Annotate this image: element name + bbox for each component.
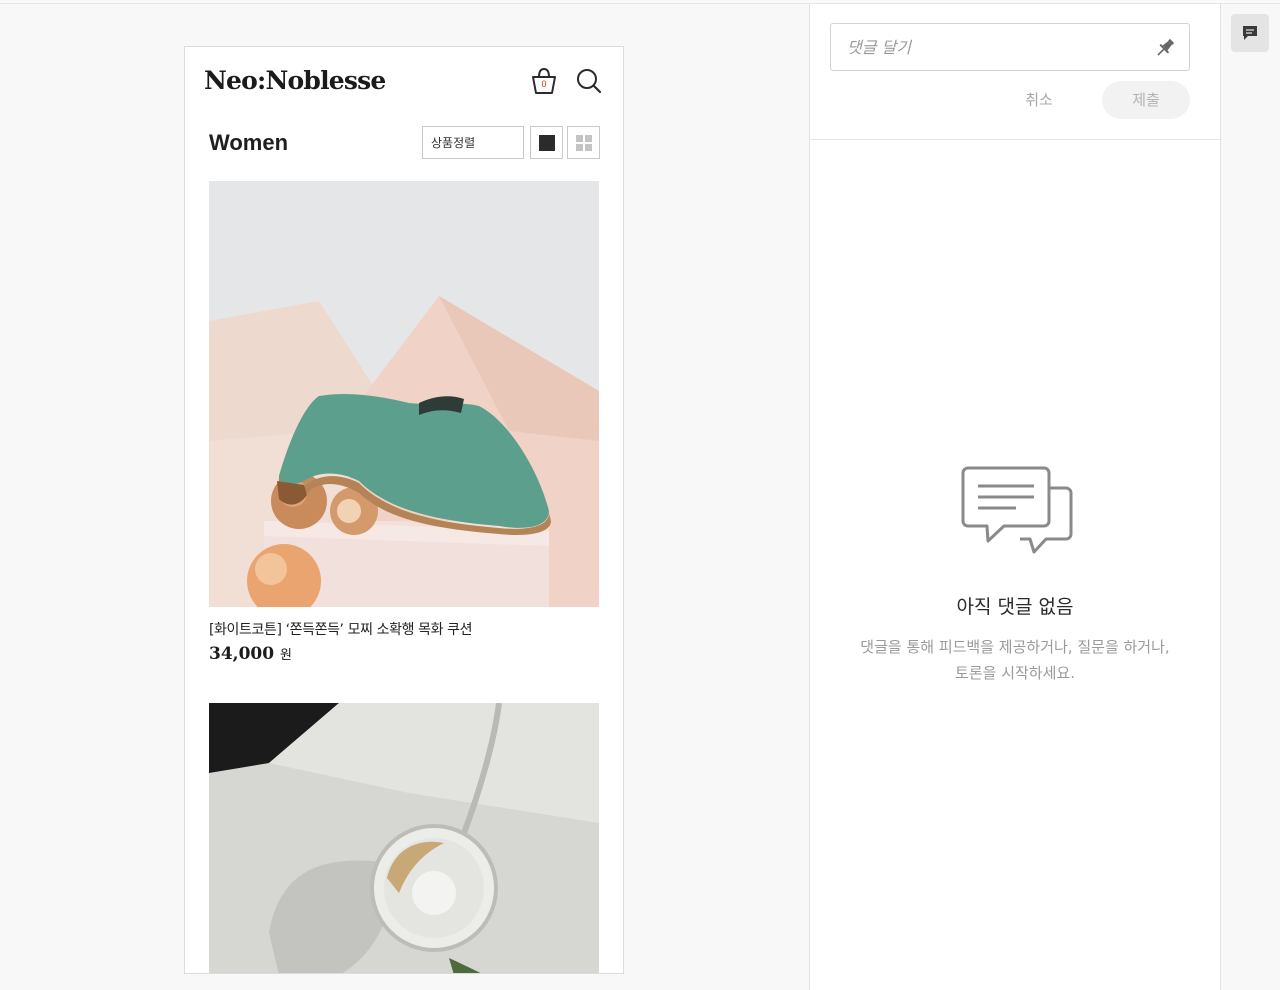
- search-button[interactable]: [575, 67, 603, 95]
- page-preview: Neo:Noblesse 0 Women 상품정렬 [화이트코튼] ‘쫀득쫀득’…: [0, 4, 809, 990]
- product-price: 34,000 원: [209, 644, 292, 664]
- search-icon: [577, 69, 602, 94]
- comments-toggle-button[interactable]: [1231, 14, 1269, 52]
- glass-product-photo: [209, 703, 599, 973]
- price-value: 34,000: [209, 644, 275, 664]
- empty-state-description: 댓글을 통해 피드백을 제공하거나, 질문을 하거나, 토론을 시작하세요.: [810, 634, 1220, 686]
- product-image[interactable]: [209, 703, 599, 973]
- cart-count-badge: 0: [541, 79, 547, 89]
- mobile-frame: Neo:Noblesse 0 Women 상품정렬 [화이트코튼] ‘쫀득쫀득’…: [184, 46, 624, 974]
- submit-button[interactable]: 제출: [1102, 81, 1190, 119]
- comment-icon: [1243, 26, 1257, 40]
- divider: [810, 139, 1220, 140]
- shoe-product-photo: [209, 181, 599, 607]
- cancel-button[interactable]: 취소: [1006, 81, 1072, 119]
- comment-input-box[interactable]: [830, 23, 1190, 71]
- right-rail: [1221, 4, 1280, 990]
- pin-icon: [1157, 39, 1174, 56]
- price-currency: 원: [279, 648, 292, 663]
- category-title: Women: [209, 130, 289, 155]
- comment-input[interactable]: [831, 24, 1131, 70]
- chat-bubbles-icon: [961, 466, 1073, 554]
- empty-desc-line: 댓글을 통해 피드백을 제공하거나, 질문을 하거나,: [860, 638, 1170, 656]
- cart-button[interactable]: 0: [531, 67, 557, 95]
- empty-state-title: 아직 댓글 없음: [956, 596, 1074, 618]
- sort-select[interactable]: 상품정렬: [422, 126, 524, 159]
- empty-desc-line: 토론을 시작하세요.: [955, 664, 1075, 682]
- grid-view-button[interactable]: [567, 126, 600, 159]
- store-logo[interactable]: Neo:Noblesse: [204, 66, 386, 95]
- product-image[interactable]: [209, 181, 599, 607]
- single-view-icon: [539, 135, 555, 151]
- comments-panel: 취소 제출 아직 댓글 없음 댓글을 통해 피드백을 제공하거나, 질문을 하거…: [809, 4, 1221, 990]
- single-view-button[interactable]: [530, 126, 563, 159]
- product-name[interactable]: [화이트코튼] ‘쫀득쫀득’ 모찌 소확행 목화 쿠션: [209, 619, 473, 639]
- pin-button[interactable]: [1153, 36, 1177, 60]
